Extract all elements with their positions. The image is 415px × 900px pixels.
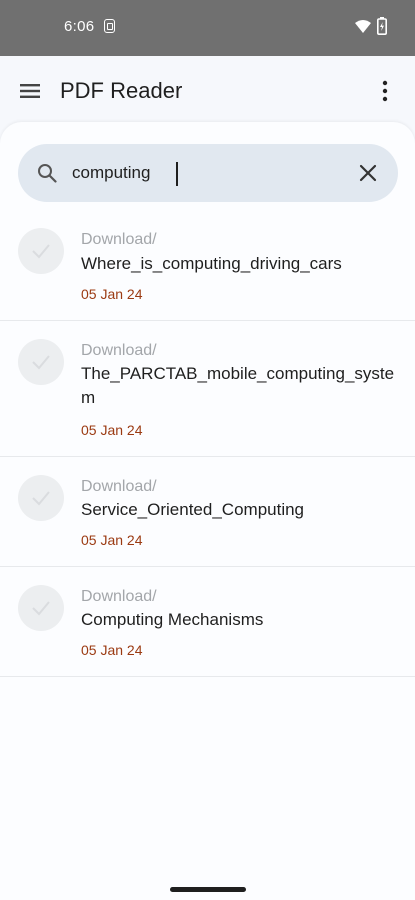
file-date: 05 Jan 24 <box>81 422 143 438</box>
clear-search-icon[interactable] <box>358 163 378 183</box>
file-date: 05 Jan 24 <box>81 286 143 302</box>
status-bar: 6:06 <box>0 0 415 56</box>
file-date: 05 Jan 24 <box>81 642 143 658</box>
file-list-item[interactable]: Download/ Where_is_computing_driving_car… <box>0 218 415 321</box>
file-list-item[interactable]: Download/ The_PARCTAB_mobile_computing_s… <box>0 321 415 457</box>
file-name: Service_Oriented_Computing <box>81 500 305 519</box>
check-icon <box>32 491 50 506</box>
search-icon <box>38 164 57 183</box>
menu-icon[interactable] <box>20 81 40 101</box>
select-check[interactable] <box>18 475 64 521</box>
battery-icon <box>377 17 387 35</box>
file-name: Computing Mechanisms <box>81 610 264 629</box>
wifi-icon <box>355 20 371 33</box>
text-caret <box>176 162 178 186</box>
file-folder: Download/ <box>81 588 157 605</box>
file-name: Where_is_computing_driving_cars <box>81 254 342 273</box>
more-options-icon[interactable] <box>378 80 392 102</box>
file-list-item[interactable]: Download/ Service_Oriented_Computing 05 … <box>0 457 415 567</box>
search-bar[interactable] <box>18 144 398 202</box>
select-check[interactable] <box>18 339 64 385</box>
status-time: 6:06 <box>64 18 95 35</box>
results-sheet: Download/ Where_is_computing_driving_car… <box>0 122 415 900</box>
check-icon <box>32 601 50 616</box>
gesture-nav-handle[interactable] <box>170 887 246 892</box>
search-input[interactable] <box>72 155 342 191</box>
check-icon <box>32 355 50 370</box>
check-icon <box>32 244 50 259</box>
file-folder: Download/ <box>81 478 157 495</box>
file-name: The_PARCTAB_mobile_computing_system <box>81 364 395 407</box>
file-date: 05 Jan 24 <box>81 532 143 548</box>
sim-icon <box>104 19 115 33</box>
file-folder: Download/ <box>81 342 157 359</box>
file-folder: Download/ <box>81 231 157 248</box>
select-check[interactable] <box>18 228 64 274</box>
app-title: PDF Reader <box>60 78 183 103</box>
file-list: Download/ Where_is_computing_driving_car… <box>0 218 415 677</box>
file-list-item[interactable]: Download/ Computing Mechanisms 05 Jan 24 <box>0 567 415 677</box>
app-bar: PDF Reader <box>0 56 415 126</box>
select-check[interactable] <box>18 585 64 631</box>
